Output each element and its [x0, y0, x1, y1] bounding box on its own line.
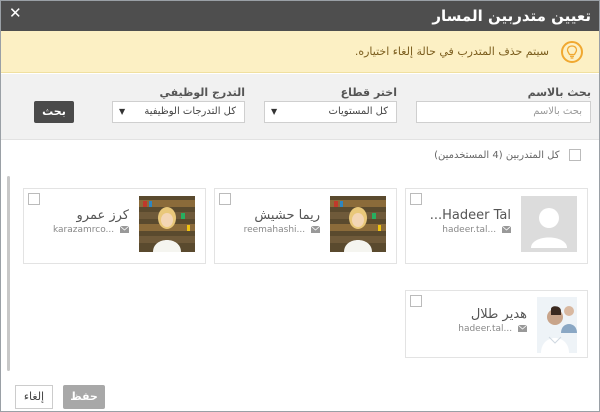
- trainee-email: reemahashi...: [243, 225, 306, 235]
- trainee-checkbox[interactable]: [410, 295, 422, 307]
- close-icon[interactable]: ✕: [9, 4, 22, 22]
- trainee-card[interactable]: هدير طلال hadeer.tal...: [405, 290, 588, 358]
- trainee-card[interactable]: ريما حشيش reemahashi...: [214, 188, 397, 264]
- select-all-label: كل المتدربين (4 المستخدمين): [434, 149, 560, 161]
- trainee-photo: [330, 196, 386, 252]
- trainee-name: ريما حشيش: [254, 208, 320, 223]
- envelope-icon: [518, 325, 527, 332]
- avatar-placeholder-icon: [521, 196, 577, 252]
- sector-selected: كل المستويات: [328, 106, 388, 117]
- grade-selected: كل التدرجات الوظيفية: [144, 106, 236, 117]
- warning-banner: سيتم حذف المتدرب في حالة إلغاء اختياره.: [1, 31, 599, 73]
- trainee-photo: [537, 297, 577, 353]
- trainee-email-row: reemahashi...: [244, 225, 320, 235]
- dialog-title: تعيين متدربين المسار: [432, 7, 591, 25]
- envelope-icon: [120, 226, 129, 233]
- sector-select[interactable]: كل المستويات ▼: [264, 101, 397, 123]
- trainee-email: hadeer.tal...: [442, 225, 497, 235]
- cancel-button[interactable]: إلغاء: [15, 385, 53, 409]
- trainee-checkbox[interactable]: [28, 193, 40, 205]
- caret-down-icon: ▼: [119, 107, 126, 116]
- filter-bar: بحث بالاسم بحث بالاسم اختر قطاع كل المست…: [1, 74, 599, 140]
- grade-select[interactable]: كل التدرجات الوظيفية ▼: [112, 101, 245, 123]
- lightbulb-icon: [561, 41, 583, 63]
- trainee-email-row: karazamrco...: [53, 225, 129, 235]
- caret-down-icon: ▼: [271, 107, 278, 116]
- trainee-email-row: hadeer.tal...: [458, 324, 527, 334]
- trainee-checkbox[interactable]: [410, 193, 422, 205]
- name-search-input[interactable]: بحث بالاسم: [416, 101, 591, 123]
- trainee-card[interactable]: Hadeer Tal... hadeer.tal...: [405, 188, 588, 264]
- search-button[interactable]: بحث: [34, 101, 74, 123]
- trainee-name: Hadeer Tal...: [429, 208, 511, 223]
- trainee-checkbox[interactable]: [219, 193, 231, 205]
- warning-message: سيتم حذف المتدرب في حالة إلغاء اختياره.: [354, 45, 549, 58]
- trainee-name: كرز عمرو: [76, 208, 130, 223]
- trainee-email-row: hadeer.tal...: [442, 225, 511, 235]
- dialog-titlebar: تعيين متدربين المسار ✕: [1, 1, 599, 31]
- scrollbar[interactable]: [7, 176, 10, 371]
- trainee-card[interactable]: كرز عمرو karazamrco...: [23, 188, 206, 264]
- save-button[interactable]: حفظ: [63, 385, 105, 409]
- trainee-photo: [139, 196, 195, 252]
- envelope-icon: [311, 226, 320, 233]
- envelope-icon: [502, 226, 511, 233]
- assign-trainees-dialog: تعيين متدربين المسار ✕ سيتم حذف المتدرب …: [0, 0, 600, 412]
- select-all-checkbox[interactable]: [569, 149, 581, 161]
- trainee-email: karazamrco...: [52, 225, 115, 235]
- dialog-footer: إلغاء حفظ: [1, 385, 599, 411]
- trainee-name: هدير طلال: [470, 307, 527, 322]
- grade-label: التدرج الوظيفي: [159, 86, 245, 99]
- select-all-row[interactable]: كل المتدربين (4 المستخدمين): [434, 148, 581, 162]
- name-search-label: بحث بالاسم: [527, 86, 591, 99]
- sector-label: اختر قطاع: [340, 86, 397, 99]
- trainee-email: hadeer.tal...: [458, 324, 513, 334]
